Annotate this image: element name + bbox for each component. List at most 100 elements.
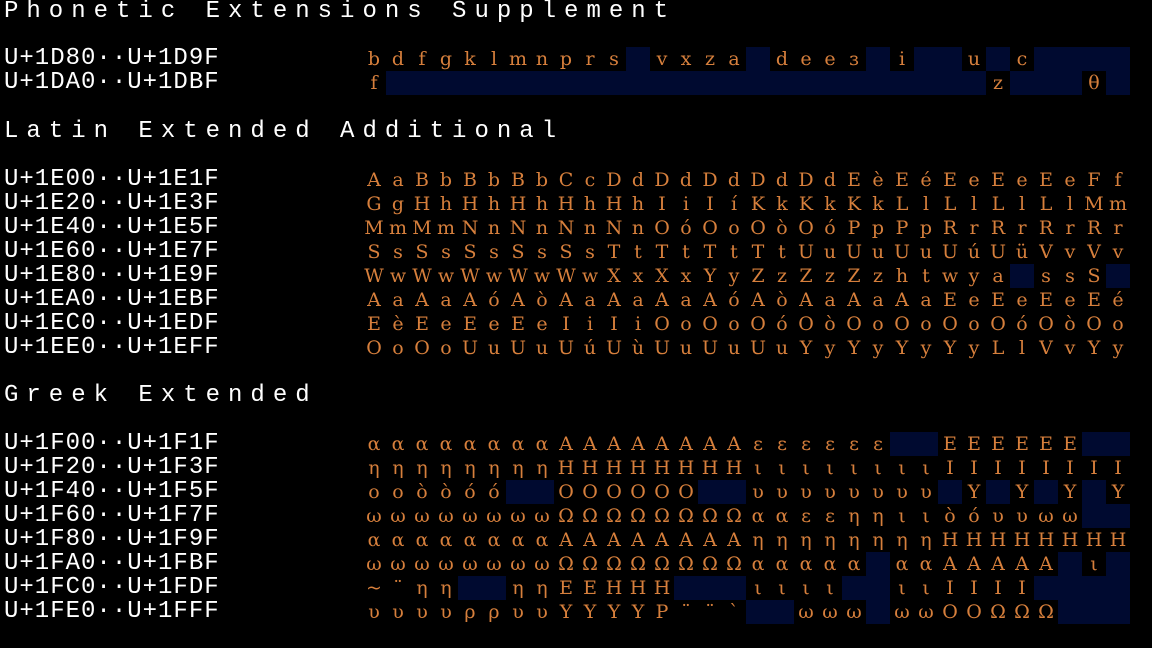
unassigned-cell [458, 576, 482, 600]
glyph-cell: I [946, 457, 954, 479]
glyph-cell: S [1087, 265, 1101, 287]
unassigned-cell [746, 600, 770, 624]
glyph-cell: T [703, 241, 717, 263]
glyph-strip: bdfgklmnprsvxzadeeɜiuc [362, 47, 1130, 71]
glyph-cell: s [489, 241, 499, 263]
glyph-cell: A [967, 553, 981, 575]
glyph-cell: h [631, 193, 645, 215]
glyph-cell: L [1039, 193, 1053, 215]
glyph-cell: U [941, 241, 958, 263]
glyph-cell: u [679, 337, 693, 359]
glyph-cell: A [559, 529, 573, 551]
unassigned-cell [842, 71, 866, 95]
glyph-cell: i [682, 193, 690, 215]
glyph-cell: I [946, 577, 954, 599]
unassigned-cell [1082, 504, 1106, 528]
glyph-cell: é [920, 169, 932, 191]
glyph-cell: A [1015, 553, 1029, 575]
glyph-cell: ε [873, 433, 883, 455]
unassigned-cell [842, 576, 866, 600]
glyph-cell: Υ [607, 601, 621, 623]
glyph-cell: Ω [630, 505, 646, 527]
glyph-cell: e [1016, 289, 1028, 311]
glyph-cell: A [847, 289, 861, 311]
glyph-cell: a [680, 289, 692, 311]
glyph-cell: ó [728, 289, 740, 311]
unassigned-cell [1106, 552, 1130, 576]
glyph-cell: s [585, 241, 595, 263]
glyph-cell: a [392, 289, 404, 311]
glyph-cell: k [776, 193, 788, 215]
glyph-cell: ò [776, 217, 788, 239]
unassigned-cell [866, 47, 890, 71]
glyph-cell: A [799, 289, 813, 311]
glyph-cell: k [872, 193, 884, 215]
glyph-cell: A [607, 433, 621, 455]
glyph-cell: a [632, 289, 644, 311]
glyph-cell: A [991, 553, 1005, 575]
glyph-cell: E [367, 313, 381, 335]
glyph-cell: w [389, 265, 407, 287]
glyph-cell: ι [898, 505, 906, 527]
glyph-cell: h [487, 193, 501, 215]
glyph-cell: α [919, 553, 933, 575]
unassigned-cell [1034, 71, 1058, 95]
glyph-cell: U [509, 337, 526, 359]
unassigned-cell [1082, 432, 1106, 456]
glyph-cell: Y [895, 337, 909, 359]
glyph-cell: E [1039, 169, 1053, 191]
glyph-cell: O [654, 481, 670, 503]
block-heading: Greek Extended [4, 382, 318, 409]
glyph-cell: α [439, 529, 453, 551]
glyph-cell: η [440, 577, 452, 599]
glyph-cell: a [392, 169, 404, 191]
glyph-cell: P [895, 217, 909, 239]
glyph-cell: g [439, 48, 453, 70]
glyph-cell: ι [898, 577, 906, 599]
glyph-cell: w [437, 265, 455, 287]
codepoint-range-label: U+1DA0··U+1DBF [4, 69, 220, 96]
glyph-cell: I [1018, 457, 1026, 479]
glyph-cell: W [460, 265, 480, 287]
unassigned-cell [1106, 504, 1130, 528]
glyph-cell: S [415, 241, 429, 263]
unassigned-cell [698, 480, 722, 504]
codepoint-row: U+1FC0··U+1FDF ~ ¨ η η η η E E H H Hι ι ι ι ι ι I I I I [0, 576, 1152, 600]
glyph-cell: u [823, 241, 837, 263]
glyph-cell: Y [799, 337, 813, 359]
glyph-cell: ε [825, 433, 835, 455]
glyph-cell: R [942, 217, 958, 239]
glyph-cell: ε [801, 433, 811, 455]
glyph-cell: è [392, 313, 404, 335]
glyph-cell: n [535, 217, 549, 239]
glyph-cell: F [1087, 169, 1101, 191]
glyph-cell: S [367, 241, 381, 263]
unassigned-cell [938, 71, 962, 95]
glyph-cell: d [823, 169, 837, 191]
glyph-cell: D [606, 169, 622, 191]
glyph-cell: H [629, 457, 647, 479]
glyph-cell: ε [801, 505, 811, 527]
glyph-cell: A [655, 529, 669, 551]
unassigned-cell [410, 71, 434, 95]
glyph-cell: W [412, 265, 432, 287]
glyph-cell: Ω [726, 553, 742, 575]
glyph-cell: t [730, 241, 738, 263]
code-chart-screen: Phonetic Extensions Supplement U+1D80··U+… [0, 0, 1152, 648]
glyph-cell: K [798, 193, 814, 215]
glyph-cell: V [1087, 241, 1101, 263]
glyph-cell: E [943, 169, 957, 191]
glyph-cell: w [941, 265, 959, 287]
unassigned-cell [1034, 576, 1058, 600]
codepoint-range-label: U+1F60··U+1F7F [4, 502, 220, 529]
glyph-cell: b [487, 169, 501, 191]
glyph-cell: ω [414, 553, 430, 575]
glyph-cell: o [920, 313, 932, 335]
codepoint-row: U+1F00··U+1F1F α α α α α α α α A A A A A A A Aε ε ε ε ε ε E E E E… [0, 432, 1152, 456]
glyph-cell: E [847, 169, 861, 191]
glyph-cell: E [511, 313, 525, 335]
codepoint-row: U+1EA0··U+1EBF Aa Aa Aó Aò Aa Aa Aa Aó Aò Aa Aa Aa Ee… [0, 288, 1152, 312]
glyph-cell: ω [390, 553, 406, 575]
glyph-cell: U [461, 337, 478, 359]
glyph-strip: ωωωωωωωωΩΩΩΩΩΩΩΩααεεηηιιὸόυυωω [362, 504, 1130, 528]
